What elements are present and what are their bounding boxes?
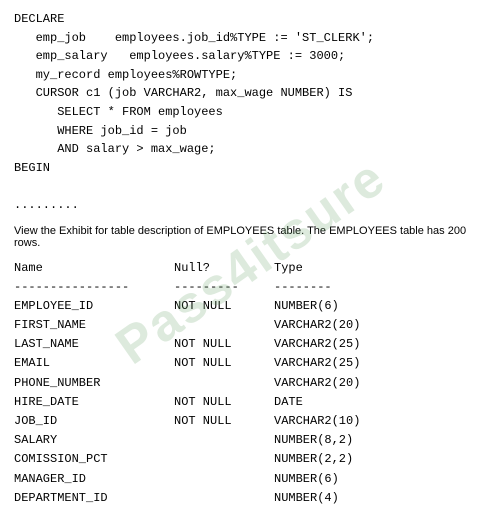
cell-name: MANAGER_ID bbox=[14, 470, 174, 489]
cell-type: VARCHAR2(20) bbox=[274, 316, 360, 335]
table-row: COMISSION_PCT NUMBER(2,2) bbox=[14, 450, 488, 469]
divider-type: -------- bbox=[274, 278, 332, 297]
table-row: HIRE_DATENOT NULLDATE bbox=[14, 393, 488, 412]
table-row: JOB_IDNOT NULLVARCHAR2(10) bbox=[14, 412, 488, 431]
col-header-name: Name bbox=[14, 259, 174, 278]
cell-null: NOT NULL bbox=[174, 412, 274, 431]
cell-name: FIRST_NAME bbox=[14, 316, 174, 335]
cell-null bbox=[174, 489, 274, 508]
table-row: FIRST_NAME VARCHAR2(20) bbox=[14, 316, 488, 335]
table-divider: ---------------- --------- -------- bbox=[14, 278, 488, 297]
cell-name: PHONE_NUMBER bbox=[14, 374, 174, 393]
cell-null: NOT NULL bbox=[174, 393, 274, 412]
cell-null: NOT NULL bbox=[174, 297, 274, 316]
table-row: MANAGER_ID NUMBER(6) bbox=[14, 470, 488, 489]
description-text: View the Exhibit for table description o… bbox=[14, 225, 488, 249]
cell-name: EMPLOYEE_ID bbox=[14, 297, 174, 316]
cell-type: NUMBER(8,2) bbox=[274, 431, 353, 450]
cell-type: VARCHAR2(25) bbox=[274, 354, 360, 373]
col-header-type: Type bbox=[274, 259, 303, 278]
code-block: DECLARE emp_job employees.job_id%TYPE :=… bbox=[14, 10, 488, 215]
cell-null: NOT NULL bbox=[174, 335, 274, 354]
cell-type: NUMBER(6) bbox=[274, 297, 339, 316]
cell-type: DATE bbox=[274, 393, 303, 412]
cell-type: NUMBER(6) bbox=[274, 470, 339, 489]
cell-name: SALARY bbox=[14, 431, 174, 450]
cell-name: JOB_ID bbox=[14, 412, 174, 431]
cell-name: EMAIL bbox=[14, 354, 174, 373]
cell-name: DEPARTMENT_ID bbox=[14, 489, 174, 508]
table-row: SALARY NUMBER(8,2) bbox=[14, 431, 488, 450]
cell-type: VARCHAR2(25) bbox=[274, 335, 360, 354]
cell-null bbox=[174, 431, 274, 450]
table-row: PHONE_NUMBER VARCHAR2(20) bbox=[14, 374, 488, 393]
table-section: Name Null? Type ---------------- -------… bbox=[14, 259, 488, 508]
cell-null bbox=[174, 316, 274, 335]
table-row: EMPLOYEE_IDNOT NULLNUMBER(6) bbox=[14, 297, 488, 316]
cell-name: COMISSION_PCT bbox=[14, 450, 174, 469]
cell-null bbox=[174, 450, 274, 469]
cell-type: VARCHAR2(20) bbox=[274, 374, 360, 393]
table-header: Name Null? Type bbox=[14, 259, 488, 278]
cell-null: NOT NULL bbox=[174, 354, 274, 373]
table-row: LAST_NAMENOT NULLVARCHAR2(25) bbox=[14, 335, 488, 354]
cell-name: HIRE_DATE bbox=[14, 393, 174, 412]
cell-type: NUMBER(2,2) bbox=[274, 450, 353, 469]
col-header-null: Null? bbox=[174, 259, 274, 278]
cell-null bbox=[174, 470, 274, 489]
table-row: DEPARTMENT_ID NUMBER(4) bbox=[14, 489, 488, 508]
cell-null bbox=[174, 374, 274, 393]
divider-name: ---------------- bbox=[14, 278, 174, 297]
cell-type: NUMBER(4) bbox=[274, 489, 339, 508]
cell-type: VARCHAR2(10) bbox=[274, 412, 360, 431]
table-row: EMAILNOT NULLVARCHAR2(25) bbox=[14, 354, 488, 373]
cell-name: LAST_NAME bbox=[14, 335, 174, 354]
divider-null: --------- bbox=[174, 278, 274, 297]
